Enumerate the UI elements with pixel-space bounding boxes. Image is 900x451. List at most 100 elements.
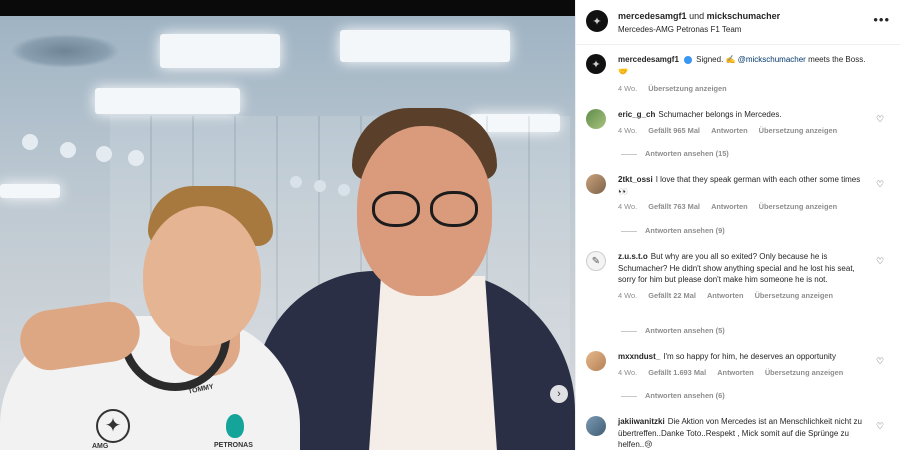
comment-user[interactable]: eric_g_ch: [618, 110, 655, 119]
comment: mxxndust_ I'm so happy for him, he deserv…: [586, 351, 886, 377]
comment: eric_g_ch Schumacher belongs in Mercedes.…: [586, 109, 886, 135]
wall-light: [314, 180, 326, 192]
author-joiner: und: [689, 11, 705, 21]
comment: z.u.s.t.oBut why are you all so exited? …: [586, 251, 886, 300]
comments-panel: mercedesamgf1 und mickschumacher Mercede…: [575, 0, 900, 450]
replies-line: [621, 153, 637, 155]
comment-content: But why are you all so exited? Only beca…: [618, 252, 855, 284]
comment-meta: 4 Wo. Gefällt 763 Mal Antworten Übersetz…: [618, 202, 886, 211]
replies-line: [621, 330, 637, 332]
heart-icon[interactable]: ♡: [876, 421, 886, 431]
view-replies-button[interactable]: Antworten ansehen (9): [621, 226, 725, 235]
heart-icon[interactable]: ♡: [876, 256, 886, 266]
replies-line: [621, 230, 637, 232]
mick-face: [143, 206, 261, 346]
mercedes-star-icon: ✦: [96, 409, 130, 443]
translate-button[interactable]: Übersetzung anzeigen: [759, 202, 837, 211]
post-image[interactable]: ✦ AMG PETRONAS TOMMY ›: [0, 16, 575, 450]
view-replies-button[interactable]: Antworten ansehen (15): [621, 149, 729, 158]
replies-label: Antworten ansehen (9): [645, 226, 725, 235]
photo-top-bar: [0, 0, 575, 16]
chevron-right-icon: ›: [557, 388, 561, 400]
view-replies-button[interactable]: Antworten ansehen (6): [621, 391, 725, 400]
carousel-next-button[interactable]: ›: [550, 385, 568, 403]
reply-button[interactable]: Antworten: [717, 368, 754, 377]
timestamp[interactable]: 4 Wo.: [618, 368, 637, 377]
replies-label: Antworten ansehen (15): [645, 149, 729, 158]
caption: mercedesamgf1 Signed. ✍️ @mickschumacher…: [586, 54, 886, 93]
likes-count[interactable]: Gefällt 1.693 Mal: [648, 368, 706, 377]
comment-text: z.u.s.t.o But why are you all so exited? …: [618, 251, 868, 286]
wall-light: [22, 134, 38, 150]
translate-button[interactable]: Übersetzung anzeigen: [765, 368, 843, 377]
more-options-icon[interactable]: •••: [873, 12, 890, 27]
comment-user[interactable]: z.u.s.t.o: [618, 252, 648, 261]
petronas-logo-icon: [226, 414, 244, 438]
wall-light: [290, 176, 302, 188]
comment: jakiiwanitzki Die Aktion von Mercedes ist…: [586, 416, 886, 451]
translate-button[interactable]: Übersetzung anzeigen: [755, 291, 833, 300]
glasses: [372, 191, 482, 231]
heart-icon[interactable]: ♡: [876, 114, 886, 124]
ceiling-light: [95, 88, 240, 114]
avatar[interactable]: [586, 174, 606, 194]
replies-label: Antworten ansehen (5): [645, 326, 725, 335]
likes-count[interactable]: Gefällt 965 Mal: [648, 126, 700, 135]
comment-text: eric_g_ch Schumacher belongs in Mercedes.: [618, 109, 868, 121]
wall-light: [338, 184, 350, 196]
translate-button[interactable]: Übersetzung anzeigen: [648, 84, 726, 93]
shirt-sponsor: PETRONAS: [214, 442, 253, 449]
shirt-brand: AMG: [92, 443, 109, 450]
comment-text: jakiiwanitzki Die Aktion von Mercedes ist…: [618, 416, 868, 451]
caption-meta: 4 Wo. Übersetzung anzeigen: [618, 84, 886, 93]
caption-text-part: Signed. ✍️: [696, 55, 738, 64]
comment-user[interactable]: mxxndust_: [618, 352, 660, 361]
avatar[interactable]: [586, 251, 606, 271]
post-location[interactable]: Mercedes-AMG Petronas F1 Team: [618, 25, 741, 34]
replies-label: Antworten ansehen (6): [645, 391, 725, 400]
ceiling-vent: [10, 34, 120, 68]
coauthor-link[interactable]: mickschumacher: [707, 11, 781, 21]
reply-button[interactable]: Antworten: [707, 291, 744, 300]
timestamp[interactable]: 4 Wo.: [618, 202, 637, 211]
avatar[interactable]: [586, 54, 606, 74]
mention-link[interactable]: @mickschumacher: [738, 55, 806, 64]
comment: 2tkt_ossi I love that they speak german w…: [586, 174, 886, 211]
ceiling-light: [160, 34, 280, 68]
timestamp[interactable]: 4 Wo.: [618, 291, 637, 300]
caption-user[interactable]: mercedesamgf1: [618, 55, 679, 64]
timestamp[interactable]: 4 Wo.: [618, 84, 637, 93]
wall-light: [96, 146, 112, 162]
caption-text: mercedesamgf1 Signed. ✍️ @mickschumacher…: [618, 54, 868, 77]
verified-badge-icon: [683, 55, 692, 64]
comment-content: Schumacher belongs in Mercedes.: [658, 110, 782, 119]
toto-shirt: [368, 276, 498, 450]
comment-user[interactable]: 2tkt_ossi: [618, 175, 653, 184]
timestamp[interactable]: 4 Wo.: [618, 126, 637, 135]
avatar[interactable]: [586, 109, 606, 129]
heart-icon[interactable]: ♡: [876, 179, 886, 189]
comment-meta: 4 Wo. Gefällt 1.693 Mal Antworten Überse…: [618, 368, 886, 377]
comment-text: mxxndust_ I'm so happy for him, he deserv…: [618, 351, 868, 363]
comment-meta: 4 Wo. Gefällt 965 Mal Antworten Übersetz…: [618, 126, 886, 135]
comment-meta: 4 Wo. Gefällt 22 Mal Antworten Übersetzu…: [618, 291, 886, 300]
replies-line: [621, 395, 637, 397]
author-link[interactable]: mercedesamgf1: [618, 11, 687, 21]
post-authors: mercedesamgf1 und mickschumacher: [618, 11, 780, 21]
ceiling-light: [340, 30, 510, 62]
avatar[interactable]: [586, 10, 608, 32]
translate-button[interactable]: Übersetzung anzeigen: [759, 126, 837, 135]
heart-icon[interactable]: ♡: [876, 356, 886, 366]
wall-light: [60, 142, 76, 158]
likes-count[interactable]: Gefällt 763 Mal: [648, 202, 700, 211]
comment-user[interactable]: jakiiwanitzki: [618, 417, 665, 426]
reply-button[interactable]: Antworten: [711, 202, 748, 211]
comment-text: 2tkt_ossi I love that they speak german w…: [618, 174, 868, 197]
likes-count[interactable]: Gefällt 22 Mal: [648, 291, 696, 300]
avatar[interactable]: [586, 416, 606, 436]
reply-button[interactable]: Antworten: [711, 126, 748, 135]
comment-content: I'm so happy for him, he deserves an opp…: [663, 352, 836, 361]
view-replies-button[interactable]: Antworten ansehen (5): [621, 326, 725, 335]
comment-content: I love that they speak german with each …: [618, 175, 861, 196]
avatar[interactable]: [586, 351, 606, 371]
